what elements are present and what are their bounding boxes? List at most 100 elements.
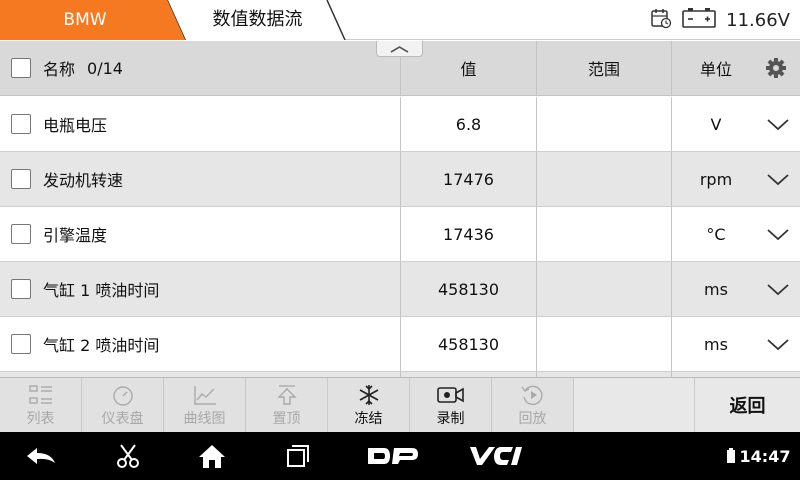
battery-icon [682, 7, 716, 33]
dashboard-label: 仪表盘 [101, 411, 144, 427]
pin-top-label: 置顶 [272, 411, 301, 427]
back-button[interactable]: 返回 [695, 378, 800, 432]
system-nav-bar: 14:47 [0, 432, 800, 480]
row-name: 气缸 2 喷油时间 [43, 336, 160, 355]
record-button[interactable]: 录制 [410, 378, 492, 432]
video-camera-icon [436, 382, 466, 408]
row-unit: ms [704, 279, 728, 299]
chevron-down-icon [766, 171, 790, 191]
battery-status-icon [727, 448, 735, 463]
unit-dropdown[interactable]: rpm [672, 152, 800, 206]
gear-icon[interactable] [765, 57, 787, 83]
toolbar-spacer [574, 378, 695, 432]
unit-dropdown[interactable]: V [672, 97, 800, 151]
unit-dropdown[interactable]: °C [672, 207, 800, 261]
line-chart-icon [192, 382, 218, 408]
chevron-down-icon [766, 336, 790, 356]
wifi-icon [702, 452, 711, 462]
table-row[interactable]: 气缸 1 喷油时间 458130 ms [0, 262, 800, 317]
header-status: 11.66V [650, 0, 790, 40]
status-icons [694, 432, 744, 480]
graph-button[interactable]: 曲线图 [164, 378, 246, 432]
row-name-cell: 气缸 2 喷油时间 [0, 317, 401, 371]
brand-label: BMW [63, 10, 107, 30]
row-name-cell: 气缸 1 喷油时间 [0, 262, 401, 316]
list-button[interactable]: 列表 [0, 378, 82, 432]
table-row[interactable]: 引擎温度 17436 °C [0, 207, 800, 262]
table-row[interactable]: 气缸 2 喷油时间 458130 ms [0, 317, 800, 372]
freeze-button[interactable]: 冻结 [328, 378, 410, 432]
row-unit: ms [704, 334, 728, 354]
row-name-cell: 电瓶电压 [0, 97, 401, 151]
row-checkbox[interactable] [11, 334, 31, 354]
row-name: 气缸 1 喷油时间 [43, 281, 160, 300]
chevron-down-icon [766, 116, 790, 136]
row-unit: °C [706, 224, 726, 244]
table-row[interactable]: 发动机转速 17476 rpm [0, 152, 800, 207]
chevron-down-icon [766, 281, 790, 301]
recent-apps-icon[interactable] [278, 432, 318, 480]
column-unit-label: 单位 [699, 60, 732, 79]
row-value: 458130 [401, 317, 537, 371]
list-label: 列表 [26, 411, 55, 427]
selected-count: 0/14 [87, 58, 123, 78]
row-unit: rpm [699, 169, 733, 189]
row-checkbox[interactable] [11, 224, 31, 244]
gauge-icon [110, 382, 136, 408]
unit-dropdown[interactable]: ms [672, 317, 800, 371]
back-arrow-icon[interactable] [22, 432, 62, 480]
snowflake-icon [356, 382, 382, 408]
vci-logo[interactable] [464, 432, 530, 480]
row-range [537, 152, 672, 206]
dp-logo[interactable] [362, 432, 422, 480]
playback-label: 回放 [518, 411, 547, 427]
row-name-cell: 引擎温度 [0, 207, 401, 261]
arrow-up-icon [274, 382, 300, 408]
home-icon[interactable] [192, 432, 232, 480]
graph-label: 曲线图 [183, 411, 226, 427]
title-tab: 数值数据流 [165, 0, 355, 40]
vci-logo-graphic [470, 447, 522, 465]
row-value: 6.8 [401, 97, 537, 151]
data-stream-table: 名称 0/14 值 范围 单位 电瓶电压 6.8 V 发动机转速 17476 r… [0, 41, 800, 377]
collapse-handle[interactable] [376, 41, 423, 57]
row-name: 引擎温度 [43, 226, 108, 245]
dashboard-button[interactable]: 仪表盘 [82, 378, 164, 432]
row-checkbox[interactable] [11, 279, 31, 299]
scissors-icon[interactable] [108, 432, 148, 480]
header-name-cell: 名称 0/14 [0, 41, 401, 95]
row-checkbox[interactable] [11, 114, 31, 134]
row-range [537, 97, 672, 151]
bottom-toolbar: 列表 仪表盘 曲线图 置顶 冻结 录制 回放 返回 [0, 377, 800, 432]
row-range [537, 262, 672, 316]
chevron-down-icon [766, 226, 790, 246]
freeze-label: 冻结 [354, 411, 383, 427]
row-checkbox[interactable] [11, 169, 31, 189]
select-all-checkbox[interactable] [11, 58, 31, 78]
row-value: 17436 [401, 207, 537, 261]
table-row[interactable]: 电瓶电压 6.8 V [0, 97, 800, 152]
chevron-up-icon [390, 46, 409, 53]
row-range [537, 317, 672, 371]
column-range-label: 范围 [537, 41, 672, 95]
app-header: BMW 数值数据流 11.66V [0, 0, 800, 40]
calendar-clock-icon [650, 7, 672, 33]
voltage-readout: 11.66V [726, 9, 790, 31]
clock: 14:47 [739, 446, 791, 466]
dp-logo-graphic [368, 448, 418, 464]
row-range [537, 207, 672, 261]
playback-button[interactable]: 回放 [492, 378, 574, 432]
record-label: 录制 [436, 411, 465, 427]
row-unit: V [710, 114, 722, 134]
replay-icon [520, 382, 546, 408]
brand-tab[interactable]: BMW [0, 0, 190, 40]
pin-top-button[interactable]: 置顶 [246, 378, 328, 432]
row-name: 电瓶电压 [43, 116, 108, 135]
unit-dropdown[interactable]: ms [672, 262, 800, 316]
row-name-cell: 发动机转速 [0, 152, 401, 206]
page-title: 数值数据流 [212, 9, 303, 30]
row-value: 458130 [401, 262, 537, 316]
row-name: 发动机转速 [43, 171, 124, 190]
list-icon [28, 382, 54, 408]
row-value: 17476 [401, 152, 537, 206]
